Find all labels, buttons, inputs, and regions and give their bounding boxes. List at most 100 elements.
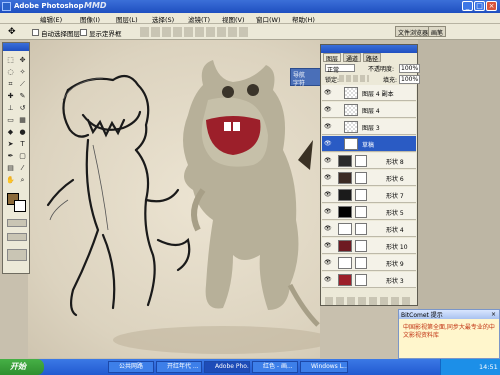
layer-name: 形状 9	[386, 261, 404, 268]
character-tab[interactable]: 字符	[293, 78, 305, 87]
menu-help[interactable]: 帮助(H)	[292, 14, 315, 24]
visibility-eye-icon[interactable]: 👁	[324, 191, 334, 199]
document-canvas[interactable]	[28, 40, 320, 358]
visibility-eye-icon[interactable]: 👁	[324, 259, 334, 267]
menu-image[interactable]: 图像(I)	[80, 14, 100, 24]
history-brush-icon[interactable]: ↺	[17, 103, 28, 113]
layer-thumbnail	[338, 223, 352, 235]
layer-name: 图层 4	[362, 108, 380, 115]
eraser-tool-icon[interactable]: ▭	[5, 115, 16, 125]
layer-row[interactable]: 👁 形状 9	[322, 255, 416, 271]
visibility-eye-icon[interactable]: 👁	[324, 276, 334, 284]
taskbar-item[interactable]: 开红年代 ...	[156, 361, 202, 373]
start-button[interactable]: 开始	[0, 359, 44, 375]
crop-tool-icon[interactable]: ⌗	[5, 79, 16, 89]
tab-layers[interactable]: 图层	[323, 53, 342, 63]
notes-tool-icon[interactable]: ▤	[5, 163, 16, 173]
layers-footer-buttons[interactable]	[325, 297, 413, 305]
visibility-eye-icon[interactable]: 👁	[324, 242, 334, 250]
maximize-button[interactable]: □	[474, 1, 485, 11]
toolbox-header[interactable]	[3, 43, 29, 51]
layer-row[interactable]: 👁 形状 7	[322, 187, 416, 203]
layer-row[interactable]: 👁 形状 10	[322, 238, 416, 254]
file-browser-tab[interactable]: 文件浏览器	[395, 26, 432, 37]
vector-mask-thumbnail	[355, 240, 367, 252]
zoom-tool-icon[interactable]: ⌕	[17, 175, 28, 185]
tab-paths[interactable]: 路径	[363, 53, 382, 63]
layer-row[interactable]: 👁 图层 3	[322, 119, 416, 135]
layer-row[interactable]: 👁 图层 4 副本	[322, 85, 416, 101]
visibility-eye-icon[interactable]: 👁	[324, 157, 334, 165]
screen-mode-icon[interactable]	[7, 233, 27, 241]
layer-thumbnail	[344, 87, 358, 99]
close-button[interactable]: ×	[486, 1, 497, 11]
layer-row[interactable]: 👁 形状 8	[322, 153, 416, 169]
magic-wand-icon[interactable]: ✧	[17, 67, 28, 77]
layer-row[interactable]: 👁 形状 4	[322, 221, 416, 237]
popup-close-icon[interactable]: ×	[491, 311, 496, 318]
visibility-eye-icon[interactable]: 👁	[324, 89, 334, 97]
blend-mode-select[interactable]: 正常	[325, 64, 355, 74]
gradient-tool-icon[interactable]: ▦	[17, 115, 28, 125]
path-select-icon[interactable]: ➤	[5, 139, 16, 149]
minimize-button[interactable]: _	[462, 1, 473, 11]
visibility-eye-icon[interactable]: 👁	[324, 225, 334, 233]
taskbar-item[interactable]: 红色 - 画...	[252, 361, 298, 373]
dodge-tool-icon[interactable]: ●	[17, 127, 28, 137]
layer-row[interactable]: 👁 形状 6	[322, 170, 416, 186]
layer-row[interactable]: 👁 形状 5	[322, 204, 416, 220]
layers-panel-header[interactable]	[321, 45, 417, 53]
popup-body[interactable]: 中国影视第全面,同步大最专业的中文影视资料库	[403, 324, 497, 340]
menu-view[interactable]: 视图(V)	[222, 14, 245, 24]
pen-tool-icon[interactable]: ✒	[5, 151, 16, 161]
menu-layer[interactable]: 图层(L)	[116, 14, 138, 24]
taskbar-item[interactable]: Windows L...	[300, 361, 348, 373]
brushes-tab[interactable]: 画笔	[428, 26, 447, 37]
layer-row[interactable]: 👁 形状 3	[322, 272, 416, 288]
tab-channels[interactable]: 通道	[343, 53, 362, 63]
visibility-eye-icon[interactable]: 👁	[324, 140, 334, 148]
layer-name: 形状 3	[386, 278, 404, 285]
menu-window[interactable]: 窗口(W)	[256, 14, 281, 24]
auto-select-checkbox[interactable]	[32, 29, 39, 36]
vector-mask-thumbnail	[355, 189, 367, 201]
visibility-eye-icon[interactable]: 👁	[324, 106, 334, 114]
system-tray: 14:51	[440, 359, 500, 375]
background-color-swatch[interactable]	[14, 200, 26, 212]
quick-mask-icon[interactable]	[7, 219, 27, 227]
menu-filter[interactable]: 滤镜(T)	[188, 14, 210, 24]
menu-edit[interactable]: 编辑(E)	[40, 14, 62, 24]
move-tool-icon[interactable]: ✥	[17, 55, 28, 65]
move-tool-icon[interactable]: ✥	[8, 27, 16, 37]
brush-tool-icon[interactable]: ✎	[17, 91, 28, 101]
type-tool-icon[interactable]: T	[17, 139, 28, 149]
visibility-eye-icon[interactable]: 👁	[324, 208, 334, 216]
taskbar-item[interactable]: Adobe Pho...	[204, 361, 250, 373]
slice-tool-icon[interactable]: ⟋	[17, 79, 28, 89]
healing-brush-icon[interactable]: ✚	[5, 91, 16, 101]
opacity-label: 不透明度:	[368, 66, 395, 73]
hand-tool-icon[interactable]: ✋	[5, 175, 16, 185]
stamp-tool-icon[interactable]: ⊥	[5, 103, 16, 113]
jump-to-imageready-icon[interactable]	[7, 249, 27, 261]
marquee-tool-icon[interactable]: ⬚	[5, 55, 16, 65]
lock-buttons[interactable]	[339, 75, 369, 82]
layer-list: 👁 图层 4 副本 👁 图层 4 👁 图层 3 👁 草稿 👁 形状 8 👁 形状…	[321, 85, 417, 295]
visibility-eye-icon[interactable]: 👁	[324, 123, 334, 131]
visibility-eye-icon[interactable]: 👁	[324, 174, 334, 182]
notification-popup[interactable]: BitComet 提示 × 中国影视第全面,同步大最专业的中文影视资料库	[398, 309, 500, 359]
layer-name: 形状 4	[386, 227, 404, 234]
clock[interactable]: 14:51	[479, 363, 498, 371]
fill-field[interactable]: 100%	[399, 75, 421, 84]
eyedropper-icon[interactable]: ⁄	[17, 163, 28, 173]
menu-select[interactable]: 选择(S)	[152, 14, 174, 24]
align-buttons[interactable]	[140, 27, 250, 37]
shape-tool-icon[interactable]: ▢	[17, 151, 28, 161]
taskbar-item[interactable]: 公共网路	[108, 361, 154, 373]
layer-row-selected[interactable]: 👁 草稿	[322, 136, 416, 152]
layer-row[interactable]: 👁 图层 4	[322, 102, 416, 118]
show-bounds-checkbox[interactable]	[80, 29, 87, 36]
opacity-field[interactable]: 100%	[399, 64, 421, 73]
blur-tool-icon[interactable]: ◆	[5, 127, 16, 137]
lasso-tool-icon[interactable]: ◌	[5, 67, 16, 77]
